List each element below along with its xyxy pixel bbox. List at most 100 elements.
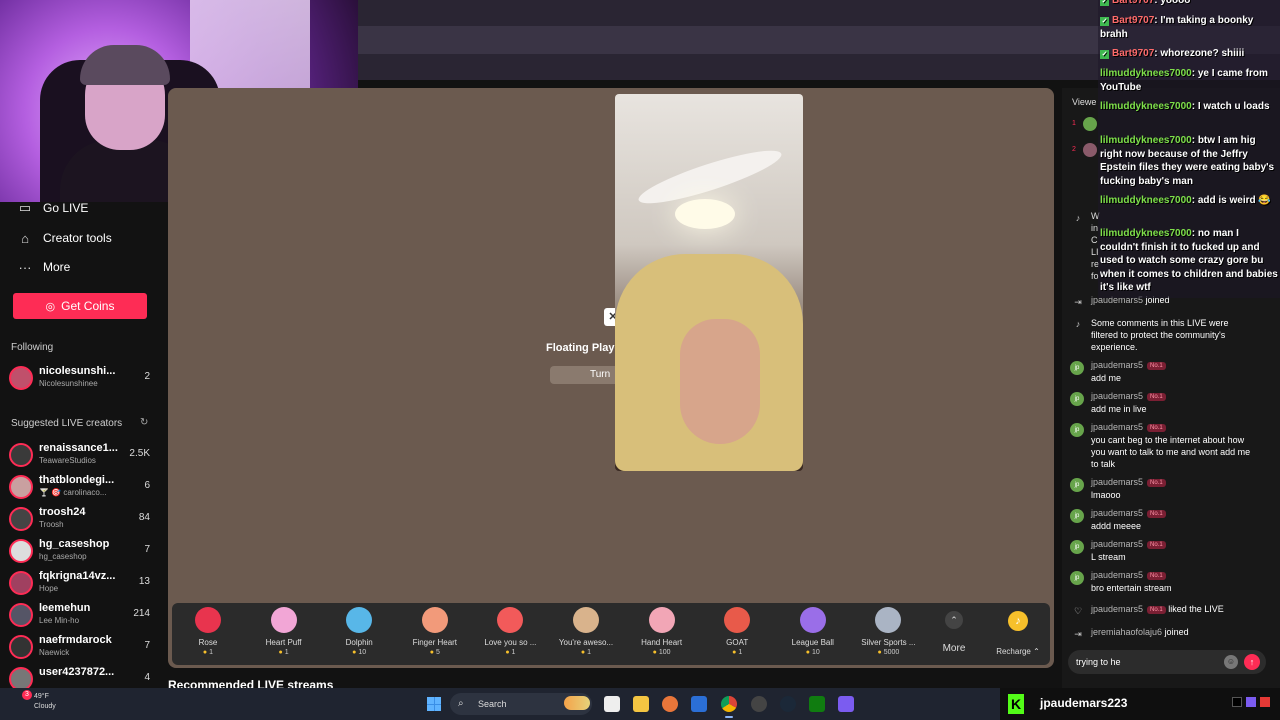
gift-name: Heart Puff bbox=[265, 638, 302, 647]
obs-icon[interactable] bbox=[751, 696, 767, 712]
gift-item[interactable]: Hand Heart 100 bbox=[627, 607, 697, 656]
nav-go-live[interactable]: ▭ Go LIVE bbox=[17, 195, 89, 221]
creator-name: thatblondegi... bbox=[39, 474, 115, 486]
gift-item[interactable]: Finger Heart 5 bbox=[400, 607, 470, 656]
chat-username[interactable]: jpaudemars5 No.1 bbox=[1091, 570, 1166, 580]
creator-name: leemehun bbox=[39, 602, 91, 614]
windows-start-icon[interactable] bbox=[427, 697, 441, 711]
video-face bbox=[680, 319, 760, 444]
emoji-icon[interactable]: ☺ bbox=[1224, 655, 1238, 669]
avatar[interactable] bbox=[1083, 117, 1097, 131]
creator-name: fqkrigna14vz... bbox=[39, 570, 116, 582]
chat-username[interactable]: jpaudemars5 No.1 bbox=[1091, 539, 1166, 549]
partial-text: C bbox=[1091, 235, 1098, 245]
gift-price: 1 bbox=[249, 649, 319, 656]
gift-item[interactable]: GOAT 1 bbox=[702, 607, 772, 656]
viewer-count: 84 bbox=[138, 512, 150, 523]
overlay-username: lilmuddyknees7000 bbox=[1100, 68, 1192, 79]
avatar[interactable]: jp bbox=[1070, 478, 1084, 492]
suggested-creator[interactable]: fqkrigna14vz... Hope 13 bbox=[9, 568, 164, 598]
overlay-message: whorezone? shiiii bbox=[1160, 48, 1245, 59]
gift-price: 100 bbox=[627, 649, 697, 656]
cat-icon bbox=[573, 607, 599, 633]
live-video[interactable] bbox=[615, 94, 803, 471]
nav-creator-tools[interactable]: ⌂ Creator tools bbox=[17, 225, 112, 251]
search-highlight-icon bbox=[564, 696, 590, 710]
creator-name: renaissance1... bbox=[39, 442, 118, 454]
creator-sub: Troosh bbox=[39, 520, 64, 529]
more-gifts-button[interactable]: ⌃ More bbox=[932, 611, 976, 654]
gift-price: 1 bbox=[702, 649, 772, 656]
chat-username-text: jpaudemars5 bbox=[1091, 391, 1144, 401]
chat-input-text: trying to he bbox=[1076, 657, 1121, 667]
rose-icon bbox=[195, 607, 221, 633]
gift-item[interactable]: Love you so ... 1 bbox=[475, 607, 545, 656]
recharge-label: Recharge ⌃ bbox=[996, 647, 1040, 656]
gift-item[interactable]: Heart Puff 1 bbox=[249, 607, 319, 656]
gift-item[interactable]: Silver Sports ... 5000 bbox=[853, 607, 923, 656]
chat-message-text: add me in live bbox=[1091, 404, 1147, 414]
file-explorer-icon[interactable] bbox=[633, 696, 649, 712]
avatar[interactable]: jp bbox=[1070, 361, 1084, 375]
suggested-creator[interactable]: troosh24 Troosh 84 bbox=[9, 504, 164, 534]
join-user: jeremiahaofolaju6 bbox=[1091, 627, 1163, 637]
gift-price: 1 bbox=[173, 649, 243, 656]
nav-more[interactable]: ··· More bbox=[17, 254, 71, 280]
overlay-username: lilmuddyknees7000 bbox=[1100, 135, 1192, 146]
avatar[interactable]: jp bbox=[1070, 423, 1084, 437]
chat-message-text: lmaooo bbox=[1091, 490, 1121, 500]
refresh-icon[interactable]: ↻ bbox=[140, 417, 148, 428]
chat-input[interactable]: trying to he ☺ ↑ bbox=[1068, 650, 1266, 674]
gift-name: Hand Heart bbox=[641, 638, 683, 647]
overlay-username: Bart9707 bbox=[1112, 48, 1155, 59]
chat-username-text: jpaudemars5 bbox=[1091, 477, 1144, 487]
rank-badge: No.1 bbox=[1147, 510, 1166, 518]
viewer-rank: 2 bbox=[1072, 146, 1076, 153]
gift-item[interactable]: League Ball 10 bbox=[778, 607, 848, 656]
suggested-creator[interactable]: thatblondegi... 🍸 🎯 carolinaco... 6 bbox=[9, 472, 164, 502]
gift-item[interactable]: Rose 1 bbox=[173, 607, 243, 656]
xbox-icon[interactable] bbox=[809, 696, 825, 712]
verified-icon: ✓ bbox=[1100, 17, 1109, 26]
brave-browser-icon[interactable] bbox=[662, 696, 678, 712]
avatar[interactable] bbox=[1083, 143, 1097, 157]
gift-item[interactable]: You're aweso... 1 bbox=[551, 607, 621, 656]
recharge-button[interactable]: ♪ Recharge ⌃ bbox=[990, 609, 1046, 656]
chrome-icon[interactable] bbox=[721, 696, 737, 718]
overlay-username: lilmuddyknees7000 bbox=[1100, 228, 1192, 239]
kick-logo: K bbox=[1008, 694, 1024, 714]
send-icon[interactable]: ↑ bbox=[1244, 654, 1260, 670]
avatar bbox=[9, 366, 33, 390]
chat-username-text: jpaudemars5 bbox=[1091, 570, 1144, 580]
suggested-creator[interactable]: renaissance1... TeawareStudios 2.5K bbox=[9, 440, 164, 470]
avatar[interactable]: jp bbox=[1070, 509, 1084, 523]
avatar bbox=[9, 475, 33, 499]
chat-username[interactable]: jpaudemars5 No.1 bbox=[1091, 391, 1166, 401]
suggested-creator[interactable]: naefrmdarock Naewick 7 bbox=[9, 632, 164, 662]
chat-username[interactable]: jpaudemars5 No.1 bbox=[1091, 422, 1166, 432]
gift-item[interactable]: Dolphin 10 bbox=[324, 607, 394, 656]
floating-player-button[interactable]: Turn bbox=[550, 366, 620, 384]
chat-username[interactable]: jpaudemars5 No.1 bbox=[1091, 477, 1166, 487]
rank-badge: No.1 bbox=[1147, 541, 1166, 549]
avatar[interactable]: jp bbox=[1070, 540, 1084, 554]
gift-price: 1 bbox=[551, 649, 621, 656]
avatar[interactable]: jp bbox=[1070, 392, 1084, 406]
viewers-tab[interactable]: Viewe bbox=[1072, 97, 1096, 107]
suggested-creator[interactable]: hg_caseshop hg_caseshop 7 bbox=[9, 536, 164, 566]
app-grid-icon[interactable] bbox=[838, 696, 854, 712]
overlay-chat-line: ✓ Bart9707: yoooo bbox=[1100, 0, 1280, 8]
avatar[interactable]: jp bbox=[1070, 571, 1084, 585]
chat-username[interactable]: jpaudemars5 No.1 bbox=[1091, 508, 1166, 518]
steam-icon[interactable] bbox=[780, 696, 796, 712]
store-icon[interactable] bbox=[691, 696, 707, 712]
suggested-creator[interactable]: leemehun Lee Min-ho 214 bbox=[9, 600, 164, 630]
gift-name: Silver Sports ... bbox=[861, 638, 916, 647]
viewer-count: 7 bbox=[144, 640, 150, 651]
following-item[interactable]: nicolesunshi... Nicolesunshinee 2 bbox=[9, 363, 164, 393]
goat-icon bbox=[724, 607, 751, 633]
get-coins-button[interactable]: ◎ Get Coins bbox=[13, 293, 147, 319]
task-view-icon[interactable] bbox=[604, 696, 620, 712]
chat-message-text: L stream bbox=[1091, 552, 1126, 562]
chat-username[interactable]: jpaudemars5 No.1 bbox=[1091, 360, 1166, 370]
